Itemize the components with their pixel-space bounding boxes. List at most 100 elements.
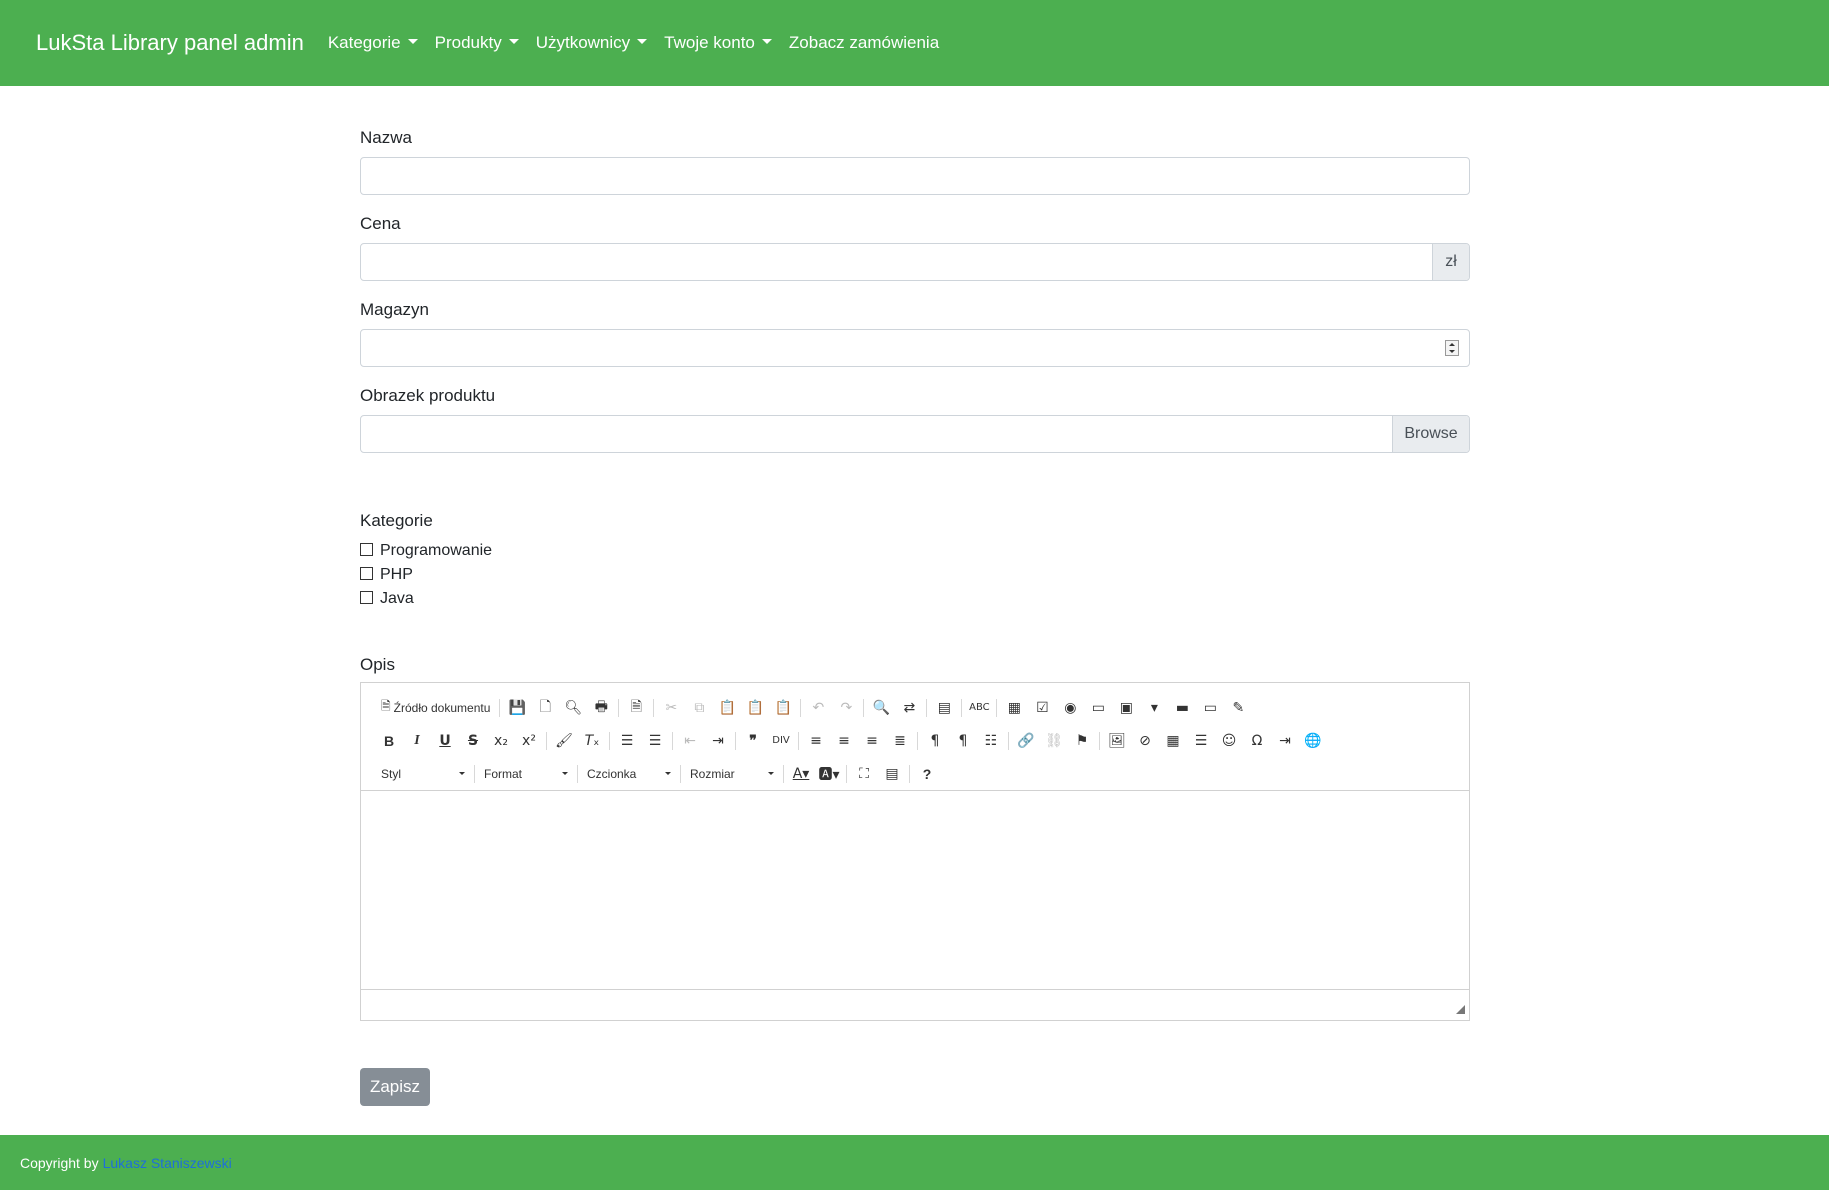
toolbar-separator bbox=[474, 764, 475, 783]
link-icon[interactable]: 🔗 bbox=[1012, 729, 1040, 753]
spellcheck-icon[interactable]: ABC bbox=[965, 696, 993, 720]
toolbar-separator bbox=[961, 698, 963, 717]
rtl-icon[interactable]: ¶ bbox=[949, 729, 977, 753]
select-field-icon[interactable]: ▾ bbox=[1140, 696, 1168, 720]
button-field-icon[interactable]: ▬ bbox=[1168, 696, 1196, 720]
align-right-icon[interactable]: ≡ bbox=[858, 729, 886, 753]
background-color-icon[interactable]: 🅰▾ bbox=[815, 762, 843, 786]
strikethrough-icon[interactable]: S bbox=[459, 729, 487, 753]
browse-button[interactable]: Browse bbox=[1392, 416, 1469, 452]
save-icon[interactable]: 💾 bbox=[503, 696, 531, 720]
number-spinner[interactable] bbox=[1445, 340, 1459, 356]
preview-icon[interactable]: 🔍︎ bbox=[559, 696, 587, 720]
editor-content-area[interactable] bbox=[361, 791, 1469, 990]
anchor-icon[interactable]: ⚑ bbox=[1068, 729, 1096, 753]
bulleted-list-icon[interactable]: ☰ bbox=[641, 729, 669, 753]
image-file-input[interactable] bbox=[361, 416, 1392, 452]
author-link[interactable]: Lukasz Staniszewski bbox=[103, 1155, 232, 1171]
indent-icon[interactable]: ⇥ bbox=[704, 729, 732, 753]
resize-handle-icon[interactable] bbox=[1456, 1005, 1465, 1014]
editor-statusbar bbox=[361, 990, 1469, 1020]
price-input[interactable] bbox=[361, 244, 1432, 280]
toolbar-row-1: 🗎 Źródło dokumentu 💾 🗋 🔍︎ 🖶 🗎 ✂ ⧉ 📋 📋 📋 ↶… bbox=[375, 691, 1469, 724]
numbered-list-icon[interactable]: ☰ bbox=[613, 729, 641, 753]
remove-format-icon[interactable]: Tₓ bbox=[578, 729, 606, 753]
italic-icon[interactable]: I bbox=[403, 729, 431, 753]
undo-icon[interactable]: ↶ bbox=[804, 696, 832, 720]
rich-text-editor: 🗎 Źródło dokumentu 💾 🗋 🔍︎ 🖶 🗎 ✂ ⧉ 📋 📋 📋 ↶… bbox=[360, 682, 1470, 1021]
subscript-icon[interactable]: x₂ bbox=[487, 729, 515, 753]
category-option[interactable]: PHP bbox=[360, 563, 1470, 587]
find-icon[interactable]: 🔍 bbox=[867, 696, 895, 720]
redo-icon[interactable]: ↷ bbox=[832, 696, 860, 720]
unlink-icon[interactable]: ⛓ bbox=[1040, 729, 1068, 753]
stock-input[interactable] bbox=[361, 330, 1445, 366]
name-input[interactable] bbox=[361, 158, 1469, 194]
div-container-icon[interactable]: DIV bbox=[767, 729, 795, 753]
radio-icon[interactable]: ◉ bbox=[1056, 696, 1084, 720]
text-color-icon[interactable]: A▾ bbox=[787, 762, 815, 786]
cut-icon[interactable]: ✂ bbox=[657, 696, 685, 720]
nav-produkty-dropdown[interactable]: Produkty bbox=[435, 33, 519, 53]
iframe-icon[interactable]: 🌐 bbox=[1299, 729, 1327, 753]
show-blocks-icon[interactable]: ▤ bbox=[878, 762, 906, 786]
special-char-icon[interactable]: Ω bbox=[1243, 729, 1271, 753]
help-icon[interactable]: ? bbox=[913, 762, 941, 786]
justify-icon[interactable]: ≣ bbox=[886, 729, 914, 753]
nav-item-label: Produkty bbox=[434, 33, 502, 52]
nav-uzytkownicy-dropdown[interactable]: Użytkownicy bbox=[536, 33, 648, 53]
image-label: Obrazek produktu bbox=[360, 386, 496, 405]
category-checkbox[interactable] bbox=[360, 590, 373, 604]
copy-icon[interactable]: ⧉ bbox=[685, 696, 713, 720]
replace-icon[interactable]: ⇄ bbox=[895, 696, 923, 720]
format-combo[interactable]: Format bbox=[478, 762, 574, 786]
maximize-icon[interactable]: ⛶ bbox=[850, 762, 878, 786]
flash-icon[interactable]: ⊘ bbox=[1131, 729, 1159, 753]
paste-word-icon[interactable]: 📋 bbox=[769, 696, 797, 720]
category-checkbox[interactable] bbox=[360, 566, 373, 580]
save-button[interactable]: Zapisz bbox=[360, 1068, 430, 1106]
page-break-icon[interactable]: ⇥ bbox=[1271, 729, 1299, 753]
outdent-icon[interactable]: ⇤ bbox=[676, 729, 704, 753]
underline-icon[interactable]: U bbox=[431, 729, 459, 753]
checkbox-icon[interactable]: ☑ bbox=[1028, 696, 1056, 720]
new-page-icon[interactable]: 🗋 bbox=[531, 696, 559, 720]
spin-down-icon[interactable] bbox=[1449, 350, 1455, 353]
brand-link[interactable]: LukSta Library panel admin bbox=[36, 30, 304, 56]
blockquote-icon[interactable]: ❞ bbox=[739, 729, 767, 753]
table-icon[interactable]: ▦ bbox=[1159, 729, 1187, 753]
font-combo[interactable]: Czcionka bbox=[581, 762, 677, 786]
nav-kategorie-dropdown[interactable]: Kategorie bbox=[328, 33, 418, 53]
superscript-icon[interactable]: x² bbox=[515, 729, 543, 753]
category-option[interactable]: Java bbox=[360, 587, 1470, 611]
hidden-field-icon[interactable]: ✎ bbox=[1224, 696, 1252, 720]
smiley-icon[interactable]: ☺ bbox=[1215, 729, 1243, 753]
ltr-icon[interactable]: ¶ bbox=[921, 729, 949, 753]
top-navbar: LukSta Library panel admin Kategorie Pro… bbox=[0, 0, 1829, 86]
horizontal-line-icon[interactable]: ☰ bbox=[1187, 729, 1215, 753]
spin-up-icon[interactable] bbox=[1449, 343, 1455, 346]
paste-text-icon[interactable]: 📋 bbox=[741, 696, 769, 720]
paste-icon[interactable]: 📋 bbox=[713, 696, 741, 720]
templates-icon[interactable]: 🗎 bbox=[622, 696, 650, 720]
textfield-icon[interactable]: ▭ bbox=[1084, 696, 1112, 720]
source-button[interactable]: 🗎 Źródło dokumentu bbox=[375, 697, 496, 718]
select-all-icon[interactable]: ▤ bbox=[930, 696, 958, 720]
align-center-icon[interactable]: ≡ bbox=[830, 729, 858, 753]
nav-zobacz-zamowienia-link[interactable]: Zobacz zamówienia bbox=[789, 33, 939, 53]
image-icon[interactable]: 🖼 bbox=[1103, 729, 1131, 753]
category-checkbox[interactable] bbox=[360, 542, 373, 556]
align-left-icon[interactable]: ≡ bbox=[802, 729, 830, 753]
style-combo[interactable]: Styl bbox=[375, 762, 471, 786]
nav-twoje-konto-dropdown[interactable]: Twoje konto bbox=[664, 33, 772, 53]
form-icon[interactable]: ▦ bbox=[1000, 696, 1028, 720]
nav-item-label: Twoje konto bbox=[664, 33, 755, 52]
print-icon[interactable]: 🖶 bbox=[587, 696, 615, 720]
category-option[interactable]: Programowanie bbox=[360, 539, 1470, 563]
image-button-icon[interactable]: ▭ bbox=[1196, 696, 1224, 720]
size-combo[interactable]: Rozmiar bbox=[684, 762, 780, 786]
copy-format-icon[interactable]: 🖌 bbox=[550, 729, 578, 753]
language-icon[interactable]: ☷ bbox=[977, 729, 1005, 753]
textarea-icon[interactable]: ▣ bbox=[1112, 696, 1140, 720]
bold-icon[interactable]: B bbox=[375, 729, 403, 753]
